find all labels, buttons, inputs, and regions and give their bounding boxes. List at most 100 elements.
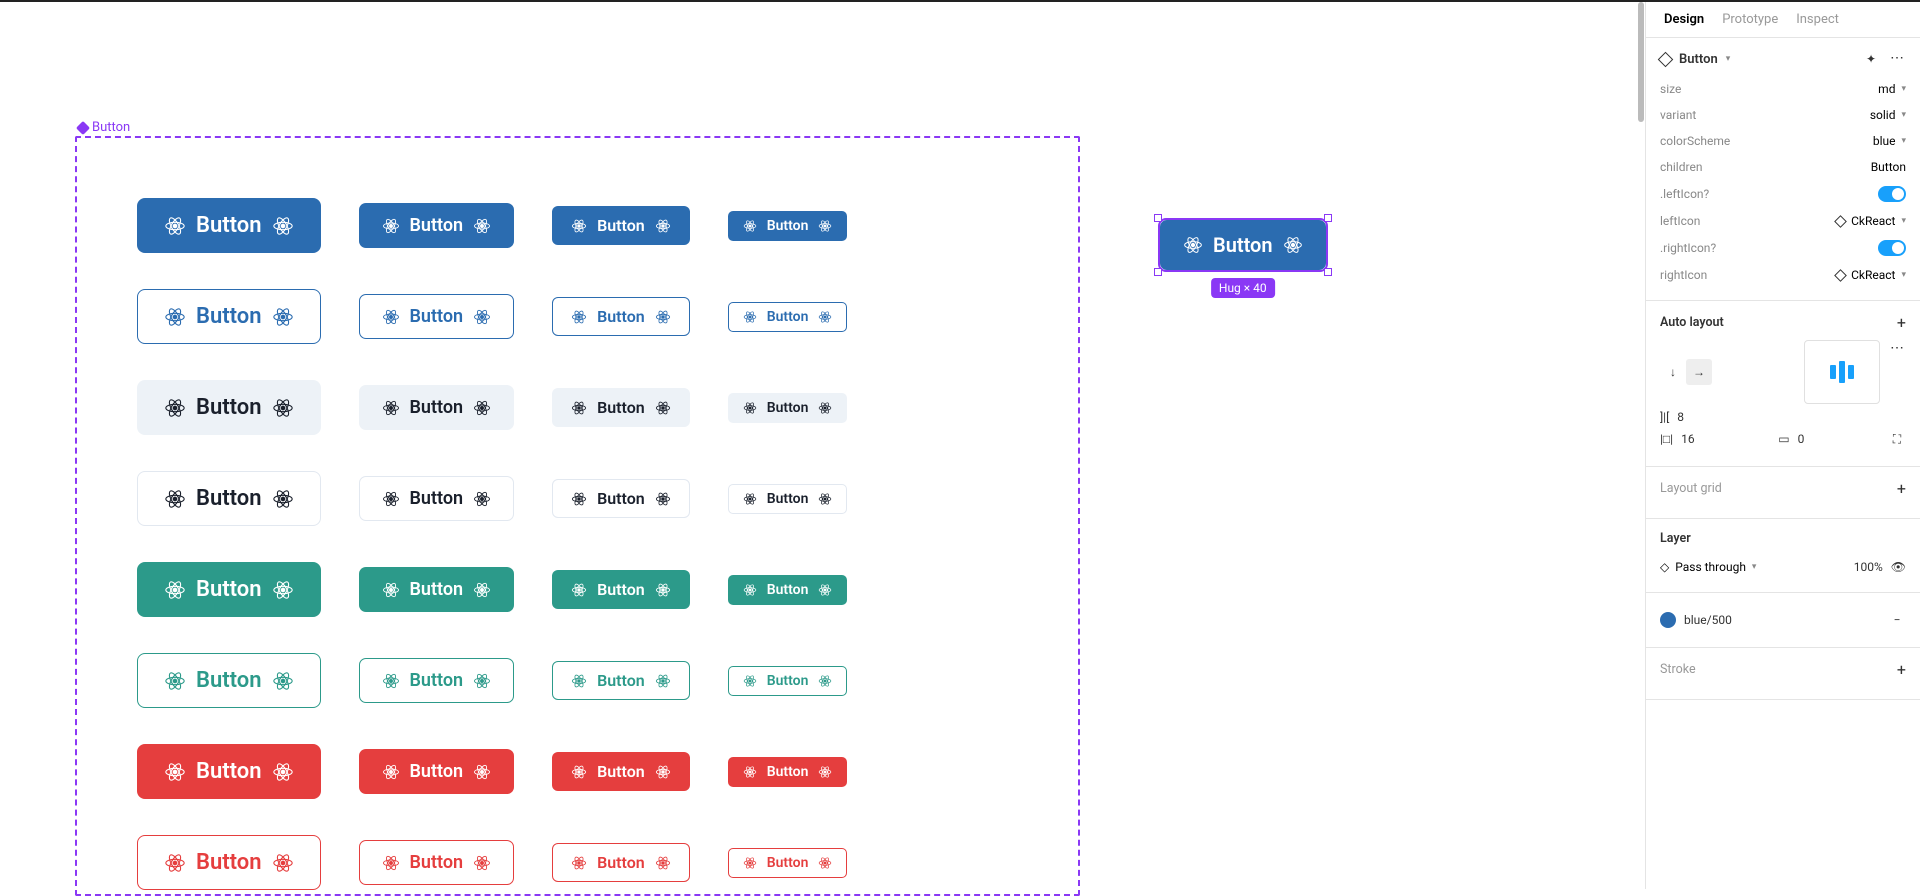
button-row: Button Button Button Button <box>137 744 1018 799</box>
prop-lefticonq-toggle[interactable] <box>1878 186 1906 202</box>
fill-label[interactable]: blue/500 <box>1684 613 1732 627</box>
button-label: Button <box>410 397 464 418</box>
inspector-panel: Design Prototype Inspect Button ▾ ✦ ⋯ si… <box>1645 2 1920 889</box>
button-variant[interactable]: Button <box>137 653 321 708</box>
prop-righticonq-label: .rightIcon? <box>1660 241 1716 255</box>
stroke-title: Stroke <box>1660 662 1696 677</box>
layoutgrid-section: Layout grid + <box>1646 467 1920 519</box>
button-variant[interactable]: Button <box>137 835 321 890</box>
button-label: Button <box>597 489 645 508</box>
react-icon <box>818 310 832 324</box>
prop-children-label: children <box>1660 160 1702 174</box>
prop-children-value[interactable]: Button <box>1871 160 1906 174</box>
button-variant[interactable]: Button <box>137 744 321 799</box>
frame-label-text: Button <box>92 120 130 135</box>
button-variant[interactable]: Button <box>359 294 515 339</box>
hpadding-icon: |□| <box>1660 432 1673 446</box>
button-label: Button <box>410 761 464 782</box>
button-variant[interactable]: Button <box>359 567 515 612</box>
layer-blend-mode[interactable]: ◇ Pass through ▾ <box>1660 560 1756 574</box>
autolayout-gap-input[interactable]: ]|[ 8 <box>1660 410 1684 424</box>
prop-lefticon-value[interactable]: CkReact▾ <box>1836 214 1906 228</box>
button-variant[interactable]: Button <box>552 479 690 518</box>
stroke-add-icon[interactable]: + <box>1897 660 1906 679</box>
direction-horizontal-icon[interactable]: → <box>1686 359 1712 385</box>
react-icon <box>655 491 671 507</box>
button-variant[interactable]: Button <box>359 476 515 521</box>
react-icon <box>571 582 587 598</box>
button-variant[interactable]: Button <box>359 385 515 430</box>
component-frame-label[interactable]: Button <box>78 120 130 135</box>
button-label: Button <box>767 764 809 780</box>
button-variant[interactable]: Button <box>552 661 690 700</box>
button-label: Button <box>767 218 809 234</box>
button-variant[interactable]: Button <box>552 570 690 609</box>
button-variant[interactable]: Button <box>137 198 321 253</box>
button-variant[interactable]: Button <box>359 749 515 794</box>
button-variant[interactable]: Button <box>728 757 848 787</box>
component-diamond-icon <box>1658 51 1674 67</box>
button-variant[interactable]: Button <box>137 471 321 526</box>
autolayout-alignment-box[interactable] <box>1804 340 1880 404</box>
tab-prototype[interactable]: Prototype <box>1722 12 1778 27</box>
react-icon <box>473 581 491 599</box>
button-variant[interactable]: Button <box>137 562 321 617</box>
button-variant[interactable]: Button <box>359 840 515 885</box>
canvas[interactable]: Button ButtonButtonButtonButtonButtonBut… <box>0 2 1645 889</box>
autolayout-add-icon[interactable]: + <box>1897 313 1906 332</box>
prop-righticonq-toggle[interactable] <box>1878 240 1906 256</box>
button-variant[interactable]: Button <box>728 393 848 423</box>
button-variant[interactable]: Button <box>359 658 515 703</box>
button-variant[interactable]: Button <box>359 203 515 248</box>
visibility-icon[interactable]: 👁 <box>1891 560 1906 574</box>
react-icon <box>1183 235 1203 255</box>
layer-opacity[interactable]: 100% <box>1854 560 1883 574</box>
selected-instance[interactable]: Button Hug × 40 <box>1160 220 1326 270</box>
tab-design[interactable]: Design <box>1664 12 1704 27</box>
component-frame[interactable]: ButtonButtonButtonButtonButtonButtonButt… <box>75 136 1080 896</box>
prop-size-value[interactable]: md▾ <box>1878 82 1906 96</box>
button-label: Button <box>196 486 262 511</box>
button-variant[interactable]: Button <box>728 666 848 696</box>
prop-colorscheme-value[interactable]: blue▾ <box>1873 134 1906 148</box>
prop-righticon-label: rightIcon <box>1660 268 1707 282</box>
button-label: Button <box>410 215 464 236</box>
more-icon[interactable]: ⋯ <box>1890 50 1906 68</box>
component-name[interactable]: Button <box>1679 52 1718 67</box>
react-icon <box>272 397 294 419</box>
fill-remove-icon[interactable]: − <box>1888 611 1906 629</box>
button-variant[interactable]: Button <box>137 380 321 435</box>
button-variant[interactable]: Button <box>728 848 848 878</box>
button-variant[interactable]: Button <box>728 484 848 514</box>
prop-variant-value[interactable]: solid▾ <box>1870 108 1906 122</box>
react-icon <box>272 215 294 237</box>
autolayout-more-icon[interactable]: ⋯ <box>1890 340 1906 356</box>
button-variant[interactable]: Button <box>552 752 690 791</box>
button-variant[interactable]: Button <box>552 297 690 336</box>
button-variant[interactable]: Button <box>552 388 690 427</box>
button-variant[interactable]: Button <box>728 575 848 605</box>
button-instance[interactable]: Button <box>1160 220 1326 270</box>
chevron-down-icon[interactable]: ▾ <box>1726 54 1731 64</box>
button-variant[interactable]: Button <box>552 206 690 245</box>
padding-expand-icon[interactable]: ⛶ <box>1888 430 1906 448</box>
button-variant[interactable]: Button <box>728 302 848 332</box>
autolayout-direction[interactable]: ↓ → <box>1660 359 1712 385</box>
autolayout-hpadding-input[interactable]: |□| 16 <box>1660 432 1695 446</box>
button-variant[interactable]: Button <box>137 289 321 344</box>
canvas-scrollbar[interactable] <box>1637 2 1645 889</box>
button-row: Button Button Button Button <box>137 289 1018 344</box>
layer-title: Layer <box>1660 531 1691 546</box>
button-variant[interactable]: Button <box>552 843 690 882</box>
react-icon <box>571 491 587 507</box>
autolayout-vpadding-input[interactable]: ▭ 0 <box>1778 432 1804 446</box>
button-label: Button <box>597 671 645 690</box>
layoutgrid-add-icon[interactable]: + <box>1897 479 1906 498</box>
tab-inspect[interactable]: Inspect <box>1796 12 1839 27</box>
button-variant[interactable]: Button <box>728 211 848 241</box>
swap-instance-icon[interactable]: ✦ <box>1862 50 1880 68</box>
direction-vertical-icon[interactable]: ↓ <box>1660 359 1686 385</box>
prop-righticon-value[interactable]: CkReact▾ <box>1836 268 1906 282</box>
button-label: Button <box>767 309 809 325</box>
fill-swatch[interactable] <box>1660 612 1676 628</box>
